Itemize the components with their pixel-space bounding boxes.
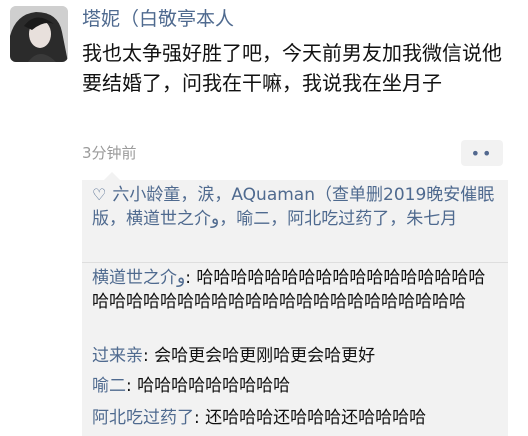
heart-icon: ♡ bbox=[92, 185, 107, 204]
comment-author[interactable]: 过来亲 bbox=[92, 346, 143, 366]
panel-caret bbox=[104, 172, 120, 180]
comment-text: 还哈哈哈还哈哈哈还哈哈哈哈 bbox=[205, 408, 427, 428]
likes-names[interactable]: 六小龄童，涙，AQuaman（查单删2019晚安催眠版，横道世之介ﻭ，喻二，阿北… bbox=[92, 185, 494, 229]
comment-separator: : bbox=[126, 376, 138, 396]
divider bbox=[82, 262, 508, 263]
post-text: 我也太争强好胜了吧，今天前男友加我微信说他要结婚了，问我在干嘛，我说我在坐月子 bbox=[82, 41, 502, 95]
likes-list: ♡ 六小龄童，涙，AQuaman（查单删2019晚安催眠版，横道世之介ﻭ，喻二，阿… bbox=[92, 183, 502, 231]
comment-separator: : bbox=[143, 346, 155, 366]
more-actions-button[interactable]: •• bbox=[461, 140, 503, 166]
comment-item[interactable]: 横道世之介ﻭ: 哈哈哈哈哈哈哈哈哈哈哈哈哈哈哈哈哈哈哈哈哈哈哈哈哈哈哈哈哈哈哈哈… bbox=[92, 266, 502, 314]
comment-text: 会哈更会哈更刚哈更会哈更好 bbox=[154, 346, 376, 366]
comment-author[interactable]: 阿北吃过药了 bbox=[92, 408, 194, 428]
more-dots-icon: •• bbox=[470, 143, 494, 163]
comment-item[interactable]: 过来亲: 会哈更会哈更刚哈更会哈更好 bbox=[92, 344, 502, 368]
comment-separator: : bbox=[185, 268, 197, 288]
post-timestamp: 3分钟前 bbox=[82, 144, 137, 162]
comment-item[interactable]: 阿北吃过药了: 还哈哈哈还哈哈哈还哈哈哈哈 bbox=[92, 406, 502, 430]
comment-author[interactable]: 喻二 bbox=[92, 376, 126, 396]
comment-separator: : bbox=[194, 408, 206, 428]
post-author-name[interactable]: 塔妮（白敬亭本人 bbox=[82, 4, 234, 31]
avatar[interactable] bbox=[10, 6, 68, 62]
comment-author[interactable]: 横道世之介ﻭ bbox=[92, 268, 185, 288]
comment-text: 哈哈哈哈哈哈哈哈哈 bbox=[137, 376, 291, 396]
comment-panel: ♡ 六小龄童，涙，AQuaman（查单删2019晚安催眠版，横道世之介ﻭ，喻二，阿… bbox=[82, 180, 508, 436]
comment-item[interactable]: 喻二: 哈哈哈哈哈哈哈哈哈 bbox=[92, 374, 502, 398]
